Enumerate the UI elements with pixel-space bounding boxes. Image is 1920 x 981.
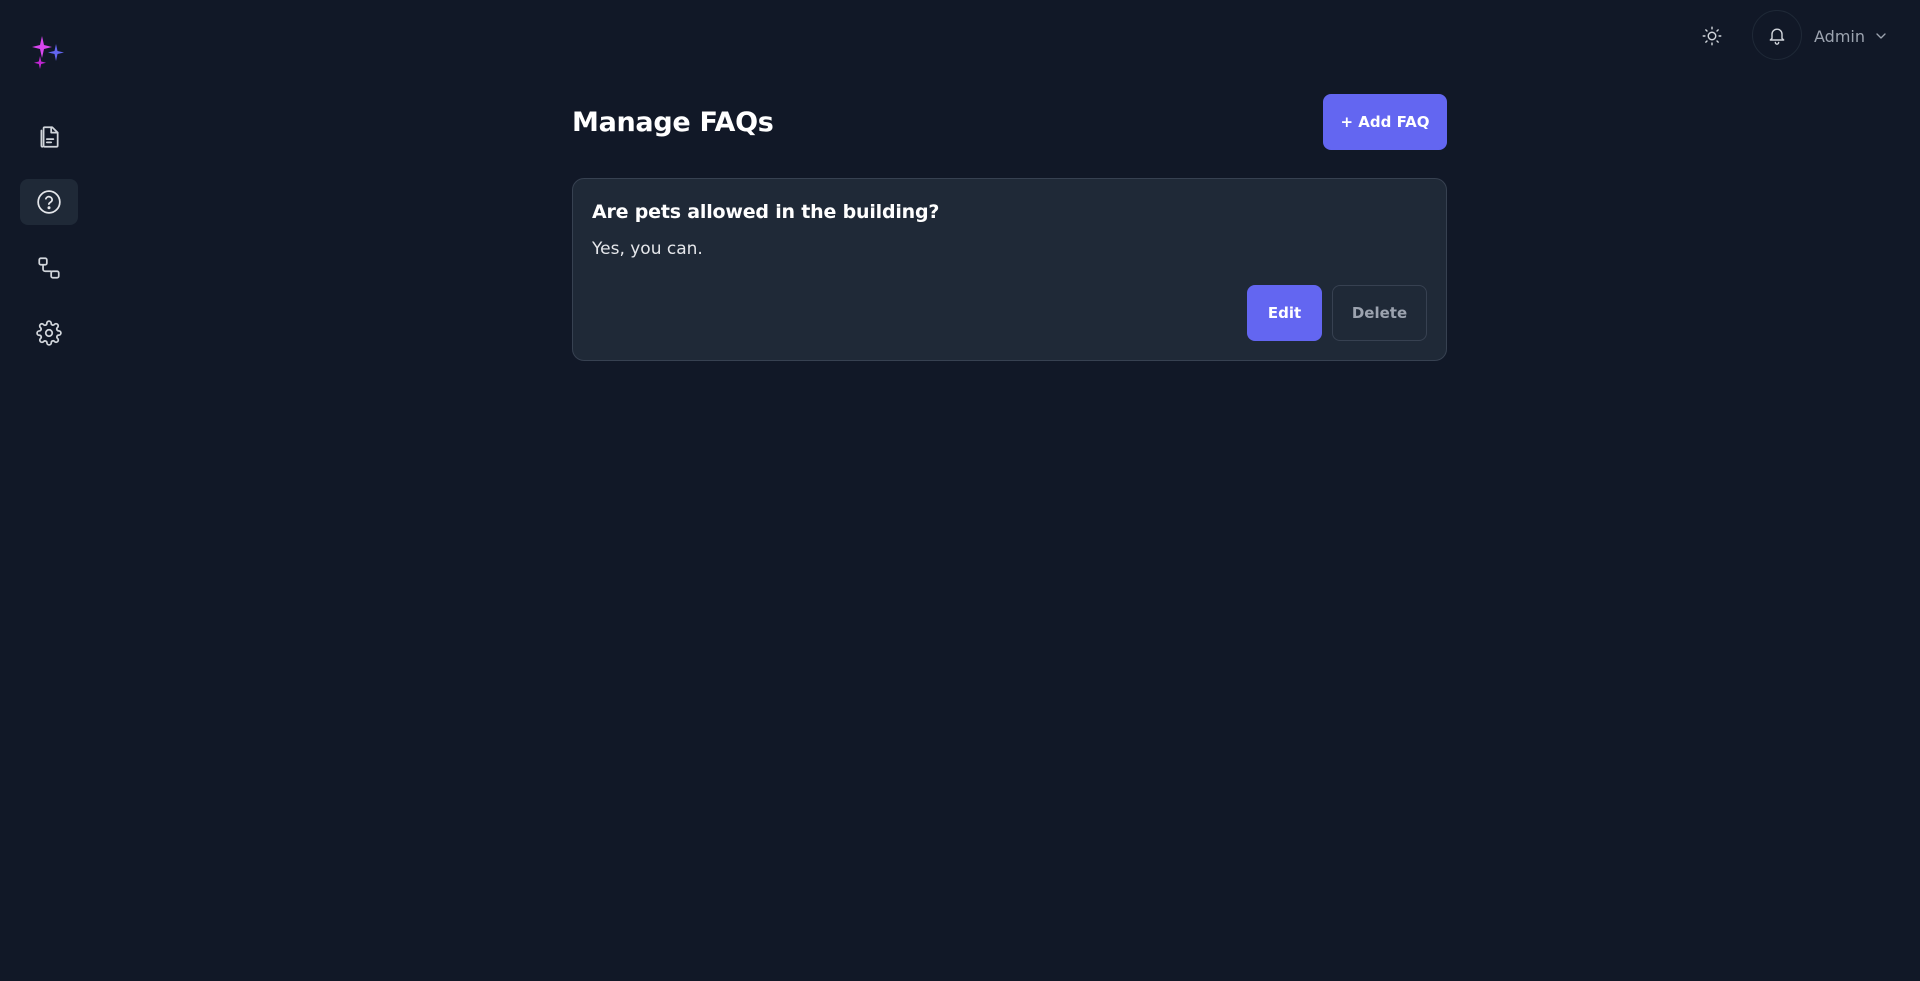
gear-icon	[36, 320, 62, 346]
sidebar	[0, 0, 96, 981]
sidebar-item-workflows[interactable]	[20, 245, 78, 291]
sidebar-item-documents[interactable]	[20, 114, 78, 160]
add-faq-button[interactable]: + Add FAQ	[1323, 94, 1447, 150]
page-header: Manage FAQs + Add FAQ	[572, 94, 1447, 150]
sun-icon	[1702, 26, 1722, 46]
sparkles-icon[interactable]	[30, 34, 68, 72]
sidebar-item-faqs[interactable]	[20, 179, 78, 225]
bell-icon	[1769, 28, 1785, 45]
user-menu[interactable]: Admin	[1814, 22, 1889, 50]
chevron-down-icon	[1876, 33, 1886, 39]
edit-button[interactable]: Edit	[1247, 285, 1322, 341]
user-name: Admin	[1814, 26, 1865, 46]
faq-answer: Yes, you can.	[592, 239, 703, 259]
faq-actions: Edit Delete	[1247, 285, 1427, 341]
help-circle-icon	[37, 190, 61, 214]
faq-question: Are pets allowed in the building?	[592, 201, 940, 223]
page-title: Manage FAQs	[572, 106, 774, 138]
sidebar-item-settings[interactable]	[20, 310, 78, 356]
faq-card: Are pets allowed in the building? Yes, y…	[572, 178, 1447, 361]
delete-button[interactable]: Delete	[1332, 285, 1427, 341]
document-icon	[40, 126, 59, 148]
workflow-icon	[38, 257, 60, 279]
notifications-button[interactable]	[1752, 10, 1802, 60]
main-content: Manage FAQs + Add FAQ Are pets allowed i…	[572, 94, 1447, 361]
theme-toggle-button[interactable]	[1696, 20, 1728, 52]
